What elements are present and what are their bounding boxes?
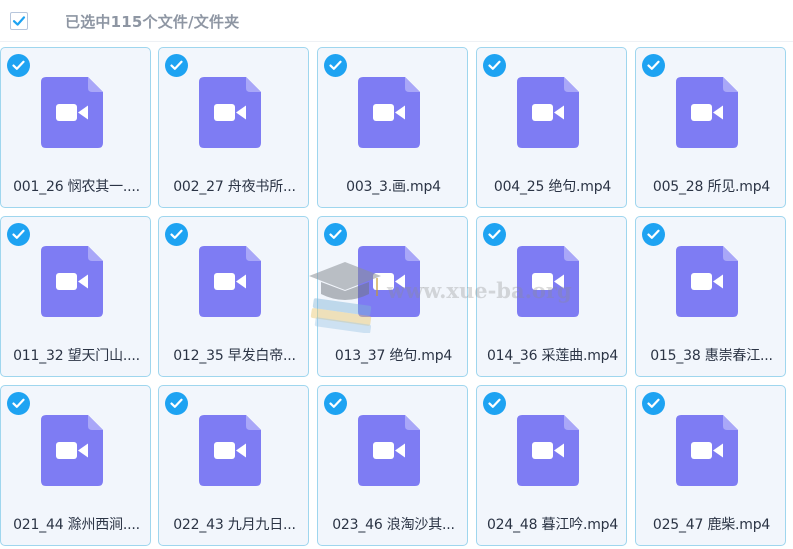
file-select-checkbox[interactable]: [642, 223, 665, 246]
video-file-icon: [358, 77, 420, 148]
video-file-icon: [199, 246, 261, 317]
check-icon: [12, 229, 25, 239]
file-card[interactable]: 005_28 所见.mp4: [635, 47, 786, 208]
check-icon: [488, 229, 501, 239]
check-icon: [647, 229, 660, 239]
file-card[interactable]: 023_46 浪淘沙其...: [317, 385, 468, 546]
check-icon: [170, 229, 183, 239]
file-name-label: 011_32 望天门山....: [13, 348, 140, 364]
video-file-icon: [41, 246, 103, 317]
video-file-icon: [41, 77, 103, 148]
file-select-checkbox[interactable]: [483, 54, 506, 77]
check-icon: [488, 60, 501, 70]
file-select-checkbox[interactable]: [165, 223, 188, 246]
video-file-icon: [517, 246, 579, 317]
file-name-label: 015_38 惠崇春江...: [650, 348, 773, 364]
file-select-checkbox[interactable]: [7, 54, 30, 77]
check-icon: [12, 60, 25, 70]
file-select-checkbox[interactable]: [324, 392, 347, 415]
file-name-label: 024_48 暮江吟.mp4: [486, 517, 619, 533]
video-file-icon: [676, 415, 738, 486]
file-name-label: 021_44 滁州西涧....: [13, 517, 140, 533]
video-file-icon: [358, 246, 420, 317]
file-card[interactable]: 002_27 舟夜书所...: [158, 47, 309, 208]
file-select-checkbox[interactable]: [165, 54, 188, 77]
file-card[interactable]: 013_37 绝句.mp4: [317, 216, 468, 377]
video-file-icon: [199, 415, 261, 486]
file-card[interactable]: 024_48 暮江吟.mp4: [476, 385, 627, 546]
video-file-icon: [199, 77, 261, 148]
file-name-label: 025_47 鹿柴.mp4: [652, 517, 771, 533]
file-card[interactable]: 022_43 九月九日...: [158, 385, 309, 546]
file-select-checkbox[interactable]: [324, 54, 347, 77]
file-card[interactable]: 003_3.画.mp4: [317, 47, 468, 208]
file-name-label: 004_25 绝句.mp4: [493, 179, 612, 195]
file-select-checkbox[interactable]: [642, 392, 665, 415]
check-icon: [488, 398, 501, 408]
check-icon: [329, 60, 342, 70]
check-icon: [170, 398, 183, 408]
file-card[interactable]: 004_25 绝句.mp4: [476, 47, 627, 208]
file-card[interactable]: 011_32 望天门山....: [0, 216, 151, 377]
file-name-label: 013_37 绝句.mp4: [334, 348, 453, 364]
check-icon: [12, 16, 26, 26]
file-select-checkbox[interactable]: [483, 392, 506, 415]
file-select-checkbox[interactable]: [7, 223, 30, 246]
file-select-checkbox[interactable]: [324, 223, 347, 246]
select-all-checkbox[interactable]: [10, 12, 28, 30]
file-name-label: 001_26 悯农其一....: [13, 179, 140, 195]
file-card[interactable]: 001_26 悯农其一....: [0, 47, 151, 208]
video-file-icon: [517, 415, 579, 486]
file-card[interactable]: 014_36 采莲曲.mp4: [476, 216, 627, 377]
file-select-checkbox[interactable]: [483, 223, 506, 246]
file-select-checkbox[interactable]: [165, 392, 188, 415]
video-file-icon: [676, 246, 738, 317]
file-name-label: 014_36 采莲曲.mp4: [486, 348, 619, 364]
video-file-icon: [517, 77, 579, 148]
check-icon: [12, 398, 25, 408]
file-card[interactable]: 025_47 鹿柴.mp4: [635, 385, 786, 546]
file-name-label: 022_43 九月九日...: [173, 517, 296, 533]
selection-count-label: 已选中115个文件/文件夹: [65, 13, 240, 31]
check-icon: [647, 60, 660, 70]
file-select-checkbox[interactable]: [7, 392, 30, 415]
video-file-icon: [41, 415, 103, 486]
check-icon: [329, 398, 342, 408]
check-icon: [329, 229, 342, 239]
check-icon: [647, 398, 660, 408]
file-name-label: 002_27 舟夜书所...: [173, 179, 296, 195]
check-icon: [170, 60, 183, 70]
file-name-label: 003_3.画.mp4: [346, 179, 441, 195]
file-card[interactable]: 012_35 早发白帝...: [158, 216, 309, 377]
toolbar-divider: [0, 41, 793, 42]
file-grid: 001_26 悯农其一.... 002_27 舟夜书所... 003_3.画.mp4…: [0, 47, 793, 547]
file-card[interactable]: 015_38 惠崇春江...: [635, 216, 786, 377]
file-card[interactable]: 021_44 滁州西涧....: [0, 385, 151, 546]
file-select-checkbox[interactable]: [642, 54, 665, 77]
selection-toolbar: 已选中115个文件/文件夹: [0, 0, 793, 42]
file-name-label: 012_35 早发白帝...: [173, 348, 296, 364]
video-file-icon: [676, 77, 738, 148]
video-file-icon: [358, 415, 420, 486]
file-name-label: 023_46 浪淘沙其...: [332, 517, 455, 533]
file-name-label: 005_28 所见.mp4: [652, 179, 771, 195]
